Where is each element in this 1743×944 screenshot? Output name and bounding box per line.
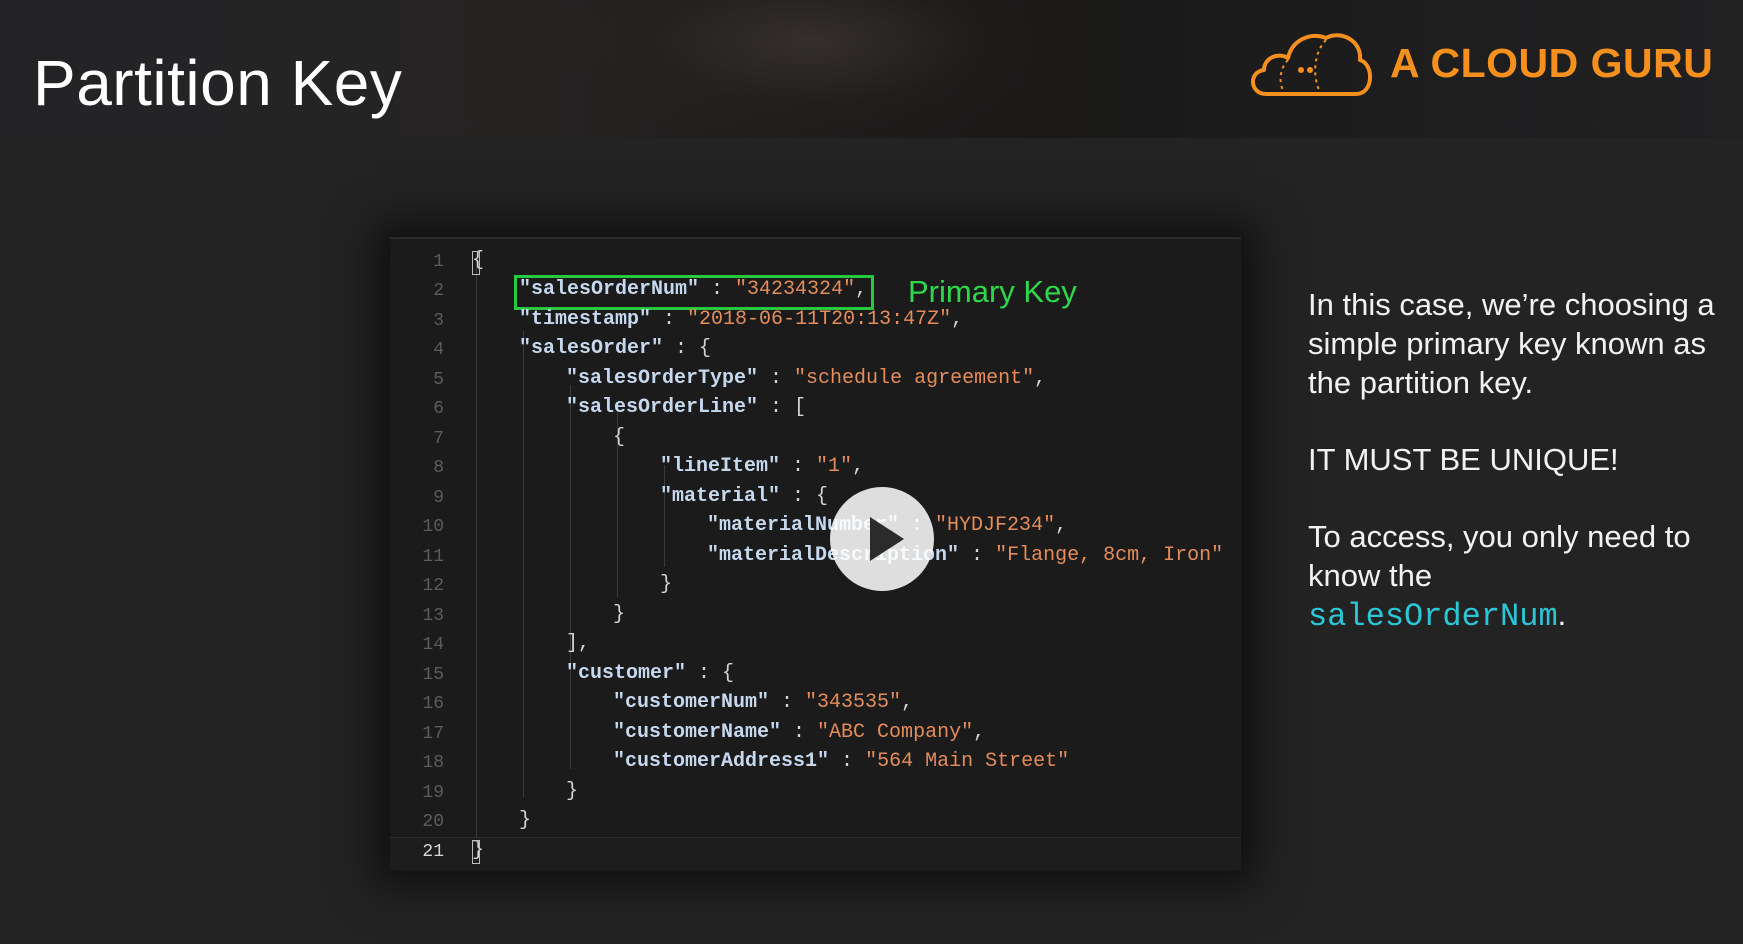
- presenter-shadow: [560, 0, 1060, 138]
- line-number: 12: [422, 576, 444, 596]
- uniqueness-note: IT MUST BE UNIQUE!: [1308, 442, 1619, 477]
- line-number: 5: [433, 370, 444, 390]
- brand-logo: A CLOUD GURU: [1244, 24, 1714, 104]
- code-line-14: ],: [566, 632, 591, 655]
- code-line-8: "lineItem" : "1",: [660, 455, 865, 478]
- brand-name: A CLOUD GURU: [1390, 40, 1714, 86]
- primary-key-label: Primary Key: [908, 274, 1077, 309]
- line-number: 15: [422, 665, 444, 685]
- explanation-text: In this case, we’re choosing a simple pr…: [1308, 285, 1728, 674]
- current-line-highlight: [390, 837, 1241, 869]
- indent-guide: [664, 465, 665, 567]
- line-number: 6: [433, 399, 444, 419]
- explanation-paragraph: In this case, we’re choosing a simple pr…: [1308, 287, 1715, 400]
- play-icon: [870, 517, 904, 561]
- code-line-12: }: [660, 573, 673, 596]
- code-line-4: "salesOrder" : {: [519, 337, 712, 360]
- line-number: 1: [433, 252, 444, 272]
- line-number: 2: [433, 281, 444, 301]
- partition-key-name: salesOrderNum: [1308, 598, 1558, 635]
- play-button[interactable]: [830, 487, 934, 591]
- line-number-active: 21: [422, 842, 444, 862]
- line-number: 7: [433, 429, 444, 449]
- cloud-logo-icon: [1251, 33, 1372, 96]
- slide-header: Partition Key A CLOUD GURU: [0, 0, 1743, 138]
- code-line-5: "salesOrderType" : "schedule agreement",: [566, 367, 1047, 390]
- line-number: 9: [433, 488, 444, 508]
- line-number: 18: [422, 753, 444, 773]
- page-title: Partition Key: [33, 47, 403, 119]
- code-line-17: "customerName" : "ABC Company",: [613, 721, 986, 744]
- code-line-6: "salesOrderLine" : [: [566, 396, 807, 419]
- code-line-9: "material" : {: [660, 485, 829, 508]
- indent-guide: [476, 261, 477, 837]
- line-number: 16: [422, 694, 444, 714]
- access-paragraph: To access, you only need to know the sale…: [1308, 519, 1691, 635]
- line-number: 19: [422, 783, 444, 803]
- primary-key-highlight-box: [514, 275, 874, 310]
- indent-guide: [523, 331, 524, 797]
- code-line-20: }: [519, 809, 532, 832]
- line-number: 11: [422, 547, 444, 567]
- matching-bracket-marker: [472, 251, 480, 275]
- line-number: 14: [422, 635, 444, 655]
- video-frame: Partition Key A CLOUD GURU 1 2 3 4 5 6 7…: [0, 0, 1743, 944]
- code-line-13: }: [613, 603, 626, 626]
- code-line-15: "customer" : {: [566, 662, 735, 685]
- code-line-11: "materialDescription" : "Flange, 8cm, Ir…: [707, 544, 1224, 567]
- code-editor: 1 2 3 4 5 6 7 8 9 10 11 12 13 14 15 16 1…: [390, 237, 1241, 871]
- indent-guide: [570, 385, 571, 650]
- line-number: 8: [433, 458, 444, 478]
- line-number: 17: [422, 724, 444, 744]
- code-line-18: "customerAddress1" : "564 Main Street": [613, 750, 1070, 773]
- line-number: 10: [422, 517, 444, 537]
- matching-bracket-marker: [472, 840, 480, 864]
- line-number: 20: [422, 812, 444, 832]
- line-number: 13: [422, 606, 444, 626]
- line-number: 3: [433, 311, 444, 331]
- code-line-3: "timestamp" : "2018-06-11T20:13:47Z",: [519, 308, 964, 331]
- code-line-16: "customerNum" : "343535",: [613, 691, 914, 714]
- code-line-19: }: [566, 780, 579, 803]
- line-number: 4: [433, 340, 444, 360]
- code-line-7: {: [613, 426, 626, 449]
